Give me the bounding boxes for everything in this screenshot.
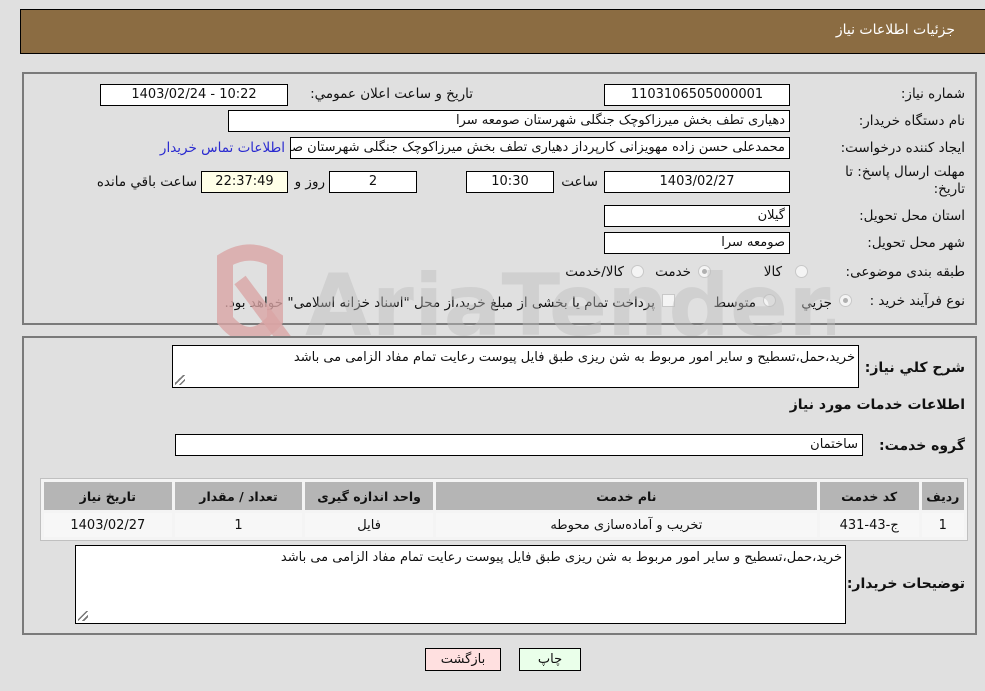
col-unit-header: واحد اندازه گيری xyxy=(305,482,433,510)
print-button[interactable]: چاپ xyxy=(519,648,581,671)
buyer-notes-textarea[interactable]: خريد،حمل،تسطيح و ساير امور مربوط به شن ر… xyxy=(75,545,846,624)
process-label: نوع فرآيند خريد : xyxy=(869,293,965,309)
col-name-header: نام خدمت xyxy=(435,482,817,510)
city-field[interactable]: صومعه سرا xyxy=(604,232,790,254)
deadline-date-field[interactable]: 1403/02/27 xyxy=(604,171,790,193)
page-header: جزئيات اطلاعات نياز xyxy=(20,9,985,54)
cell-row-number: 1 xyxy=(921,513,964,537)
category-radio-service[interactable] xyxy=(698,265,711,278)
buyer-org-field[interactable]: دهیاری تطف بخش میرزاکوچک جنگلی شهرستان ص… xyxy=(228,110,790,132)
days-remaining-field[interactable]: 2 xyxy=(329,171,417,193)
category-radio-goods-service[interactable] xyxy=(631,265,644,278)
page-title: جزئيات اطلاعات نياز xyxy=(835,22,955,38)
deadline-time-field[interactable]: 10:30 xyxy=(466,171,554,193)
announce-label: تاريخ و ساعت اعلان عمومي: xyxy=(310,86,473,102)
days-label: روز و xyxy=(294,174,325,190)
services-table-header: رديف کد خدمت نام خدمت واحد اندازه گيری ت… xyxy=(44,482,964,510)
process-minor-label: جزيي xyxy=(801,295,832,311)
cell-unit: فايل xyxy=(305,513,433,537)
col-date-header: تاريخ نياز xyxy=(44,482,172,510)
province-field[interactable]: گيلان xyxy=(604,205,790,227)
services-section-title: اطلاعات خدمات مورد نياز xyxy=(789,397,965,413)
buyer-notes-label: توضيحات خريدار: xyxy=(846,576,965,592)
resize-grip-icon[interactable] xyxy=(175,375,185,385)
col-row-header: رديف xyxy=(921,482,964,510)
remaining-time-label: ساعت باقي مانده xyxy=(96,174,197,190)
treasury-note: پرداخت تمام يا بخشی از مبلغ خريد،از محل … xyxy=(224,295,655,311)
cell-service-code: ج-43-431 xyxy=(819,513,919,537)
back-button[interactable]: بازگشت xyxy=(425,648,501,671)
col-qty-header: تعداد / مقدار xyxy=(174,482,303,510)
description-textarea[interactable]: خريد،حمل،تسطيح و ساير امور مربوط به شن ر… xyxy=(172,345,859,388)
need-number-field[interactable]: 1103106505000001 xyxy=(604,84,790,106)
buyer-contact-link[interactable]: اطلاعات تماس خريدار xyxy=(160,140,285,156)
remaining-time-field: 22:37:49 xyxy=(201,171,288,193)
cell-quantity: 1 xyxy=(174,513,303,537)
description-label: شرح کلي نياز: xyxy=(864,360,965,376)
description-text: خريد،حمل،تسطيح و ساير امور مربوط به شن ر… xyxy=(293,350,855,365)
category-goods-service-label: کالا/خدمت xyxy=(565,264,624,280)
need-number-label: شماره نياز: xyxy=(900,86,965,102)
service-group-label: گروه خدمت: xyxy=(879,438,965,454)
process-radio-minor[interactable] xyxy=(839,294,852,307)
table-row: 1 ج-43-431 تخريب و آماده‌سازی محوطه فايل… xyxy=(44,513,964,537)
city-label: شهر محل تحويل: xyxy=(867,235,965,251)
creator-field[interactable]: محمدعلی حسن زاده مهویزانی کارپرداز دهیار… xyxy=(290,137,790,159)
resize-grip-icon[interactable] xyxy=(78,611,88,621)
province-label: استان محل تحويل: xyxy=(859,208,965,224)
buyer-notes-text: خريد،حمل،تسطيح و ساير امور مربوط به شن ر… xyxy=(280,550,842,565)
buyer-org-label: نام دستگاه خريدار: xyxy=(858,113,965,129)
process-radio-medium[interactable] xyxy=(763,294,776,307)
category-label: طبقه بندی موضوعی: xyxy=(845,264,965,280)
deadline-time-label: ساعت xyxy=(561,174,598,190)
need-details-panel: شماره نياز: 1103106505000001 تاريخ و ساع… xyxy=(22,72,977,325)
announce-datetime-field[interactable]: 1403/02/24 - 10:22 xyxy=(100,84,288,106)
col-code-header: کد خدمت xyxy=(819,482,919,510)
category-goods-label: کالا xyxy=(763,264,782,280)
category-service-label: خدمت xyxy=(655,264,691,280)
cell-service-name: تخريب و آماده‌سازی محوطه xyxy=(435,513,817,537)
creator-label: ايجاد كننده درخواست: xyxy=(840,140,965,156)
description-panel: شرح کلي نياز: خريد،حمل،تسطيح و ساير امور… xyxy=(22,336,977,635)
category-radio-goods[interactable] xyxy=(795,265,808,278)
deadline-label: مهلت ارسال پاسخ: تا تاريخ: xyxy=(845,164,965,197)
service-group-field[interactable]: ساختمان xyxy=(175,434,863,456)
process-medium-label: متوسط xyxy=(713,295,756,311)
cell-need-date: 1403/02/27 xyxy=(44,513,172,537)
treasury-checkbox[interactable] xyxy=(662,294,675,307)
services-table: رديف کد خدمت نام خدمت واحد اندازه گيری ت… xyxy=(40,478,968,541)
